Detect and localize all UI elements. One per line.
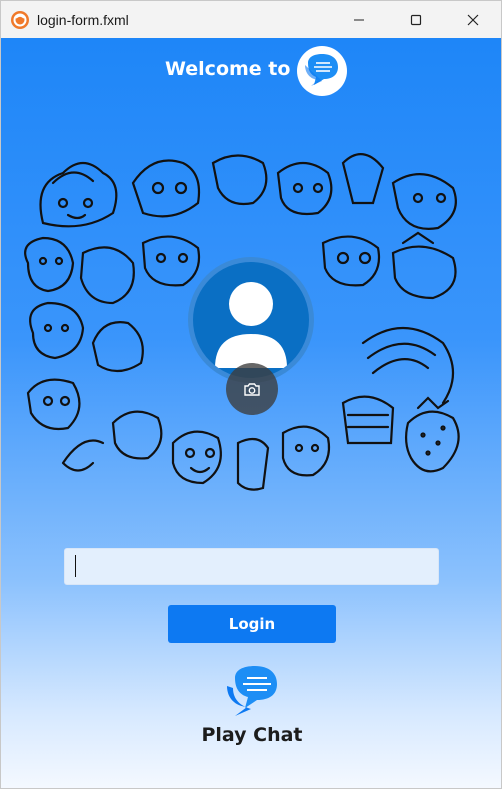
window-title: login-form.fxml bbox=[37, 11, 129, 28]
username-input[interactable] bbox=[64, 548, 439, 585]
change-avatar-button[interactable] bbox=[226, 363, 278, 415]
welcome-heading: Welcome to bbox=[165, 58, 291, 80]
app-window: login-form.fxml Welcome to Login Play Ch… bbox=[0, 0, 502, 789]
title-bar[interactable]: login-form.fxml bbox=[1, 1, 501, 38]
app-name: Play Chat bbox=[201, 724, 303, 746]
maximize-button[interactable] bbox=[387, 1, 444, 38]
minimize-button[interactable] bbox=[330, 1, 387, 38]
user-silhouette-icon bbox=[215, 282, 287, 368]
login-button[interactable]: Login bbox=[168, 605, 336, 643]
main-content: Welcome to Login Play Chat bbox=[1, 38, 501, 788]
text-caret bbox=[75, 555, 76, 577]
chat-bubbles-icon bbox=[227, 666, 277, 716]
close-button[interactable] bbox=[444, 1, 501, 38]
camera-icon bbox=[244, 382, 260, 396]
app-icon bbox=[11, 10, 29, 29]
window-controls bbox=[330, 1, 501, 38]
close-icon bbox=[467, 14, 478, 25]
minimize-icon bbox=[353, 19, 364, 20]
user-avatar bbox=[193, 262, 309, 378]
maximize-icon bbox=[410, 14, 421, 25]
chat-bubbles-icon bbox=[297, 46, 347, 96]
